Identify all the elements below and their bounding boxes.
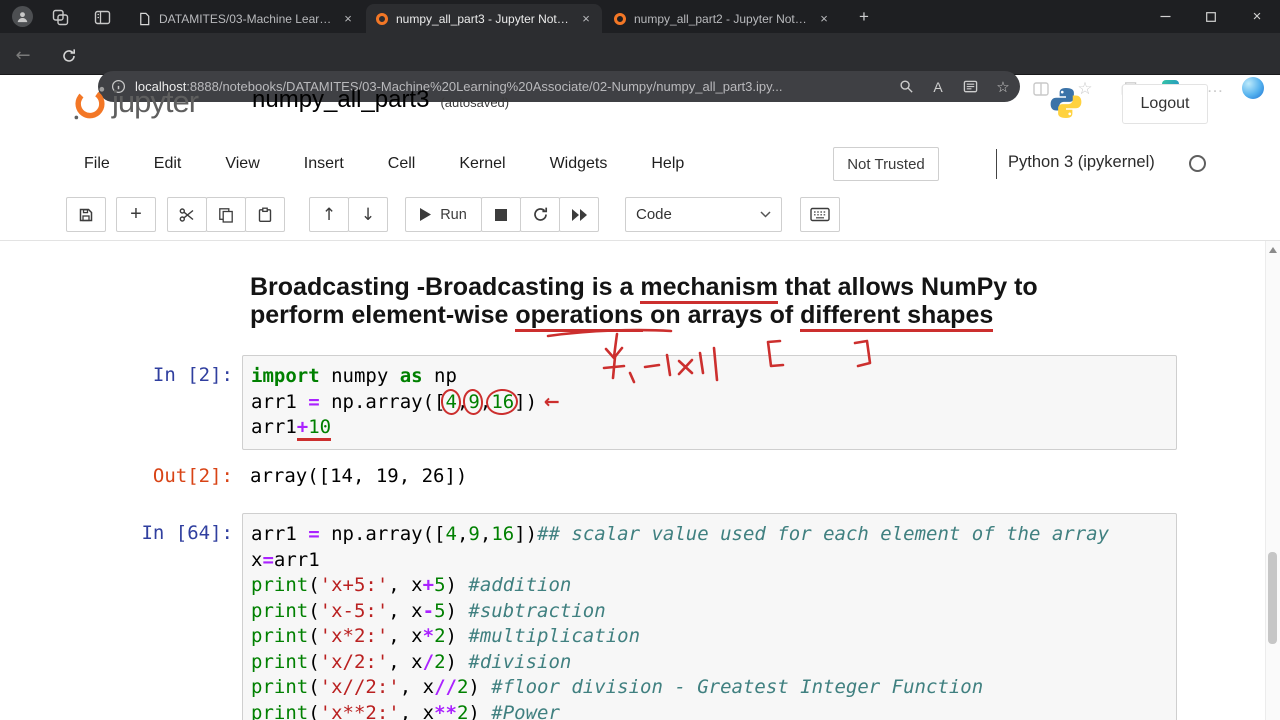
jupyter-icon: [376, 13, 388, 25]
menu-cell[interactable]: Cell: [366, 155, 438, 173]
kernel-divider: [996, 149, 997, 179]
play-icon: [420, 208, 431, 221]
menu-edit[interactable]: Edit: [132, 155, 204, 173]
input-prompt: In [2]:: [0, 363, 233, 389]
code-line: print('x+5:', x+5) #addition: [251, 573, 1166, 599]
code-line: arr1 = np.array([4,9,16])## scalar value…: [251, 522, 1166, 548]
code-line: print('x*2:', x*2) #multiplication: [251, 624, 1166, 650]
save-button[interactable]: [66, 197, 106, 232]
window-maximize-button[interactable]: [1188, 0, 1234, 33]
search-icon[interactable]: [890, 79, 922, 94]
code-line: arr1 = np.array([4,9,16]) ←: [251, 390, 1166, 416]
cell-type-value: Code: [636, 206, 760, 223]
menu-insert[interactable]: Insert: [282, 155, 366, 173]
autosave-status: (autosaved): [440, 95, 509, 110]
new-tab-button[interactable]: +: [852, 5, 876, 29]
tab-close-icon[interactable]: ×: [578, 11, 594, 26]
browser-tab-2-active[interactable]: numpy_all_part3 - Jupyter Noteb... ×: [366, 4, 602, 33]
read-aloud-icon[interactable]: A: [922, 79, 954, 95]
code-line: x=arr1: [251, 548, 1166, 574]
menu-view[interactable]: View: [203, 155, 281, 173]
url-bar[interactable]: localhost:8888/notebooks/DATAMITES/03-Ma…: [98, 71, 1020, 102]
copilot-icon[interactable]: [1242, 77, 1264, 99]
immersive-reader-icon[interactable]: [954, 79, 986, 94]
tab-close-icon[interactable]: ×: [816, 11, 832, 26]
tab-title: numpy_all_part3 - Jupyter Noteb...: [396, 12, 570, 26]
workspaces-icon[interactable]: [50, 7, 70, 27]
jupyter-logo-text[interactable]: jupyter: [112, 84, 198, 120]
python-logo-icon: [1048, 85, 1084, 121]
window-close-button[interactable]: ×: [1234, 0, 1280, 33]
move-cell-up-button[interactable]: ↑: [309, 197, 349, 232]
screen: DATAMITES/03-Machine Learning × numpy_al…: [0, 0, 1280, 720]
refresh-button[interactable]: [58, 45, 80, 67]
chevron-down-icon: [760, 211, 771, 218]
move-cell-down-button[interactable]: ↓: [348, 197, 388, 232]
code-line: print('x-5:', x-5) #subtraction: [251, 599, 1166, 625]
window-minimize-button[interactable]: [1142, 0, 1188, 33]
scrollbar-thumb[interactable]: [1268, 552, 1277, 644]
scrollbar-up-arrow[interactable]: [1269, 247, 1277, 253]
browser-tab-3[interactable]: numpy_all_part2 - Jupyter Noteb... ×: [604, 4, 840, 33]
browser-addressbar: ← localhost:8888/notebooks/DATAMITES/03-…: [0, 33, 1280, 75]
tab-title: DATAMITES/03-Machine Learning: [159, 12, 332, 26]
input-prompt: In [64]:: [0, 521, 233, 547]
tab-close-icon[interactable]: ×: [340, 11, 356, 26]
add-cell-button[interactable]: +: [116, 197, 156, 232]
kernel-name: Python 3 (ipykernel): [1008, 153, 1155, 172]
profile-avatar[interactable]: [12, 6, 33, 27]
browser-titlebar: DATAMITES/03-Machine Learning × numpy_al…: [0, 0, 1280, 33]
run-label: Run: [440, 207, 467, 223]
run-button[interactable]: Run: [405, 197, 482, 232]
menu-file[interactable]: File: [62, 155, 132, 173]
keyboard-icon: [810, 207, 830, 222]
code-line: print('x/2:', x/2) #division: [251, 650, 1166, 676]
restart-run-all-button[interactable]: [559, 197, 599, 232]
code-cell-2[interactable]: arr1 = np.array([4,9,16])## scalar value…: [242, 513, 1177, 720]
heading-line-1: Broadcasting -Broadcasting is a mechanis…: [250, 273, 1150, 301]
code-line: print('x**2:', x**2) #Power: [251, 701, 1166, 720]
back-button[interactable]: ←: [12, 44, 34, 66]
scrollbar-track[interactable]: [1265, 241, 1280, 720]
tab-title: numpy_all_part2 - Jupyter Noteb...: [634, 12, 808, 26]
kernel-status-icon: [1189, 155, 1206, 172]
menubar: File Edit View Insert Cell Kernel Widget…: [62, 142, 706, 186]
notebook-title[interactable]: numpy_all_part3: [252, 86, 429, 114]
cut-cell-button[interactable]: [167, 197, 207, 232]
output-text: array([14, 19, 26]): [250, 464, 467, 490]
tab-actions-icon[interactable]: [92, 7, 112, 27]
code-line: print('x//2:', x//2) #floor division - G…: [251, 675, 1166, 701]
logout-button[interactable]: Logout: [1122, 84, 1208, 124]
cell-type-select[interactable]: Code: [625, 197, 782, 232]
command-palette-button[interactable]: [800, 197, 840, 232]
not-trusted-button[interactable]: Not Trusted: [833, 147, 939, 181]
paste-cell-button[interactable]: [245, 197, 285, 232]
heading-line-2: perform element-wise operations on array…: [250, 301, 1150, 329]
code-cell-1[interactable]: import numpy as np arr1 = np.array([4,9,…: [242, 355, 1177, 450]
markdown-heading: Broadcasting -Broadcasting is a mechanis…: [250, 273, 1150, 329]
output-prompt: Out[2]:: [0, 464, 233, 490]
code-line: import numpy as np: [251, 364, 1166, 390]
interrupt-kernel-button[interactable]: [481, 197, 521, 232]
toolbar-divider: [0, 240, 1280, 241]
document-icon: [138, 12, 151, 26]
browser-tab-1[interactable]: DATAMITES/03-Machine Learning ×: [128, 4, 364, 33]
notebook-title-row: numpy_all_part3 (autosaved): [252, 86, 509, 114]
jupyter-icon: [614, 13, 626, 25]
jupyter-logo-icon[interactable]: [70, 82, 110, 122]
code-line: arr1+10: [251, 415, 1166, 441]
favorite-star-icon[interactable]: ☆: [986, 78, 1020, 96]
menu-widgets[interactable]: Widgets: [528, 155, 630, 173]
restart-kernel-button[interactable]: [520, 197, 560, 232]
menu-help[interactable]: Help: [629, 155, 706, 173]
copy-cell-button[interactable]: [206, 197, 246, 232]
menu-kernel[interactable]: Kernel: [437, 155, 527, 173]
